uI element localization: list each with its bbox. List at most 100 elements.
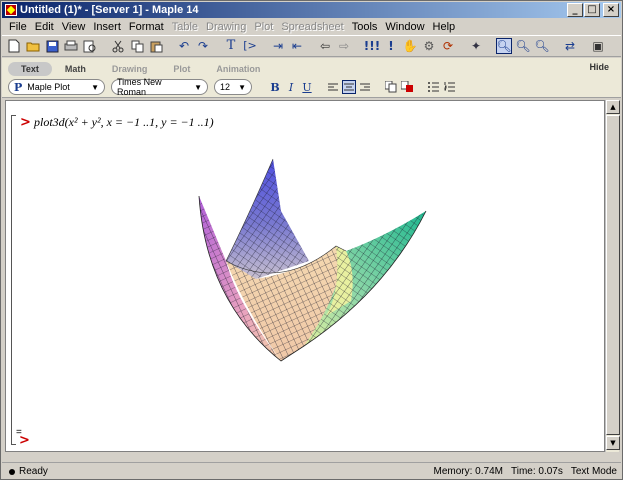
maple-leaf-icon xyxy=(5,4,17,16)
toolbar-separator xyxy=(167,38,173,54)
cut-icon[interactable] xyxy=(110,38,126,54)
context-tabs: Text Math Drawing Plot Animation xyxy=(8,61,273,77)
maximize-button[interactable]: □ xyxy=(584,3,600,17)
underline-button[interactable]: U xyxy=(300,80,314,94)
indent-icon[interactable]: ⇥ xyxy=(270,38,286,54)
menu-help[interactable]: Help xyxy=(429,21,460,33)
stop-icon[interactable]: ✋ xyxy=(402,38,418,54)
menu-plot: Plot xyxy=(254,20,274,33)
toolbar-separator xyxy=(308,38,314,54)
window-controls: _ □ × xyxy=(567,3,619,17)
execute-icon[interactable]: ! xyxy=(383,38,399,54)
align-left-icon[interactable] xyxy=(326,80,340,94)
forward-icon[interactable]: ⇨ xyxy=(336,38,352,54)
bold-button[interactable]: B xyxy=(268,80,282,94)
scroll-thumb[interactable] xyxy=(606,115,620,435)
tab-animation[interactable]: Animation xyxy=(203,62,273,76)
debug-icon[interactable]: ⚙ xyxy=(421,38,437,54)
style-select[interactable]: P Maple Plot ▼ xyxy=(8,79,105,95)
input-command[interactable]: plot3d(x² + y², x = −1 ..1, y = −1 ..1) xyxy=(34,115,214,130)
size-value: 12 xyxy=(220,82,231,92)
menu-table: Table xyxy=(171,20,199,33)
font-select[interactable]: Times New Roman ▼ xyxy=(111,77,208,97)
input-prompt: > xyxy=(20,115,31,130)
copy-icon[interactable] xyxy=(129,38,145,54)
status-indicator-icon xyxy=(9,468,15,475)
size-select[interactable]: 12 ▼ xyxy=(214,79,252,95)
window-title: Untitled (1)* - [Server 1] - Maple 14 xyxy=(20,4,199,16)
vertical-scrollbar[interactable]: ▲ ▼ xyxy=(605,100,620,452)
numbered-list-icon[interactable] xyxy=(442,80,456,94)
tab-math[interactable]: Math xyxy=(52,62,99,76)
print-preview-icon[interactable] xyxy=(82,38,98,54)
memory-usage: Memory: 0.74M xyxy=(433,466,503,477)
restart-icon[interactable]: ⟳ xyxy=(440,38,456,54)
empty-input-prompt[interactable]: > xyxy=(19,433,30,448)
menu-bar: File Edit View Insert Format Table Drawi… xyxy=(2,18,621,35)
menu-edit[interactable]: Edit xyxy=(31,21,58,33)
zoom-100-icon[interactable]: 🔍︎ xyxy=(496,38,512,54)
toolbar-separator xyxy=(214,38,220,54)
undo-icon[interactable]: ↶ xyxy=(176,38,192,54)
zoom-200-icon[interactable]: 🔍︎ xyxy=(534,38,550,54)
menu-window[interactable]: Window xyxy=(381,21,428,33)
help-icon[interactable]: ▣ xyxy=(590,38,606,54)
minimize-button[interactable]: _ xyxy=(567,3,583,17)
align-right-icon[interactable] xyxy=(358,80,372,94)
font-value: Times New Roman xyxy=(117,77,162,97)
chevron-down-icon: ▼ xyxy=(194,82,202,92)
copy-format-icon[interactable] xyxy=(384,80,398,94)
clear-format-icon[interactable] xyxy=(400,80,414,94)
outdent-icon[interactable]: ⇤ xyxy=(289,38,305,54)
menu-insert[interactable]: Insert xyxy=(89,21,125,33)
plot3d-surface[interactable] xyxy=(186,151,436,371)
main-toolbar: ↶ ↷ T [> ⇥ ⇤ ⇦ ⇨ !!! ! ✋ ⚙ ⟳ ✦ 🔍︎ 🔍︎ 🔍︎ … xyxy=(2,35,621,57)
gear-icon[interactable]: ✦ xyxy=(468,38,484,54)
hide-button[interactable]: Hide xyxy=(589,62,609,72)
tab-plot[interactable]: Plot xyxy=(160,62,203,76)
bullet-list-icon[interactable] xyxy=(426,80,440,94)
align-center-icon[interactable] xyxy=(342,80,356,94)
text-icon[interactable]: T xyxy=(223,38,239,54)
new-icon[interactable] xyxy=(6,38,22,54)
execute-all-icon[interactable]: !!! xyxy=(364,38,380,54)
paste-icon[interactable] xyxy=(148,38,164,54)
status-text: Ready xyxy=(19,466,48,477)
menu-drawing: Drawing xyxy=(206,20,247,33)
tab-drawing[interactable]: Drawing xyxy=(99,62,161,76)
mode-indicator[interactable]: Text Mode xyxy=(571,466,617,477)
show-hide-icon[interactable]: ⇄ xyxy=(562,38,578,54)
maple-window: Untitled (1)* - [Server 1] - Maple 14 _ … xyxy=(0,0,623,480)
close-button[interactable]: × xyxy=(603,3,619,17)
italic-button[interactable]: I xyxy=(284,80,298,94)
open-icon[interactable] xyxy=(25,38,41,54)
title-bar[interactable]: Untitled (1)* - [Server 1] - Maple 14 _ … xyxy=(2,2,621,18)
redo-icon[interactable]: ↷ xyxy=(195,38,211,54)
scroll-down-button[interactable]: ▼ xyxy=(606,436,620,450)
worksheet[interactable]: > plot3d(x² + y², x = −1 ..1, y = −1 ..1… xyxy=(5,100,605,452)
tab-text[interactable]: Text xyxy=(8,62,52,76)
context-bar: Text Math Drawing Plot Animation Hide P … xyxy=(2,58,621,98)
toolbar-separator xyxy=(101,38,107,54)
chevron-down-icon: ▼ xyxy=(238,82,246,92)
menu-file[interactable]: File xyxy=(5,21,31,33)
print-icon[interactable] xyxy=(63,38,79,54)
save-icon[interactable] xyxy=(44,38,60,54)
format-row: P Maple Plot ▼ Times New Roman ▼ 12 ▼ B … xyxy=(8,77,458,97)
toolbar-separator xyxy=(581,38,587,54)
zoom-150-icon[interactable]: 🔍︎ xyxy=(515,38,531,54)
menu-format[interactable]: Format xyxy=(125,21,168,33)
status-bar: Ready Memory: 0.74M Time: 0.07s Text Mod… xyxy=(2,462,621,480)
scroll-up-button[interactable]: ▲ xyxy=(606,100,620,114)
toolbar-separator xyxy=(487,38,493,54)
menu-view[interactable]: View xyxy=(58,21,90,33)
style-value: Maple Plot xyxy=(27,82,70,92)
chevron-down-icon: ▼ xyxy=(91,82,99,92)
back-icon[interactable]: ⇦ xyxy=(317,38,333,54)
time-usage: Time: 0.07s xyxy=(510,466,563,477)
toolbar-separator xyxy=(261,38,267,54)
math-icon[interactable]: [> xyxy=(242,38,258,54)
menu-tools[interactable]: Tools xyxy=(348,21,382,33)
style-prefix: P xyxy=(14,80,23,94)
toolbar-separator xyxy=(553,38,559,54)
